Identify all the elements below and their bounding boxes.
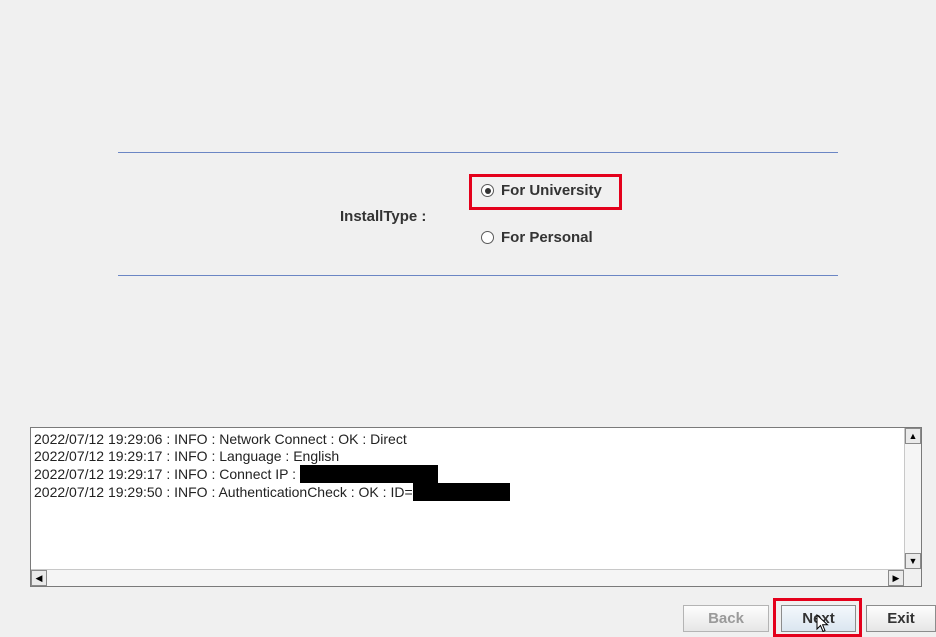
pointer-cursor-icon <box>816 614 829 633</box>
install-type-label: InstallType : <box>340 208 427 225</box>
exit-button[interactable]: Exit <box>866 605 936 632</box>
arrow-down-icon[interactable]: ▼ <box>905 553 921 569</box>
scrollbar-corner <box>904 569 921 586</box>
arrow-left-icon[interactable]: ◀ <box>31 570 47 586</box>
log-line: 2022/07/12 19:29:06 : INFO : Network Con… <box>34 431 407 447</box>
radio-selected-icon[interactable] <box>481 184 494 197</box>
log-text-area[interactable]: 2022/07/12 19:29:06 : INFO : Network Con… <box>34 431 903 568</box>
radio-for-personal[interactable]: For Personal <box>481 229 593 246</box>
redacted-block <box>299 465 438 483</box>
radio-unselected-icon[interactable] <box>481 231 494 244</box>
radio-for-personal-label: For Personal <box>501 229 593 246</box>
log-line: 2022/07/12 19:29:17 : INFO : Language : … <box>34 448 340 464</box>
horizontal-scrollbar[interactable]: ◀ ▶ <box>31 569 904 586</box>
arrow-up-icon[interactable]: ▲ <box>905 428 921 444</box>
back-button[interactable]: Back <box>683 605 769 632</box>
radio-for-university[interactable]: For University <box>481 182 602 199</box>
log-panel[interactable]: 2022/07/12 19:29:06 : INFO : Network Con… <box>30 427 922 587</box>
vertical-scrollbar[interactable]: ▲ ▼ <box>904 428 921 569</box>
radio-for-university-label: For University <box>501 182 602 199</box>
redacted-block <box>412 483 510 501</box>
divider-bottom <box>118 275 838 276</box>
log-line: 2022/07/12 19:29:50 : INFO : Authenticat… <box>34 483 903 501</box>
arrow-right-icon[interactable]: ▶ <box>888 570 904 586</box>
log-line: 2022/07/12 19:29:17 : INFO : Connect IP … <box>34 465 903 483</box>
divider-top <box>118 152 838 153</box>
